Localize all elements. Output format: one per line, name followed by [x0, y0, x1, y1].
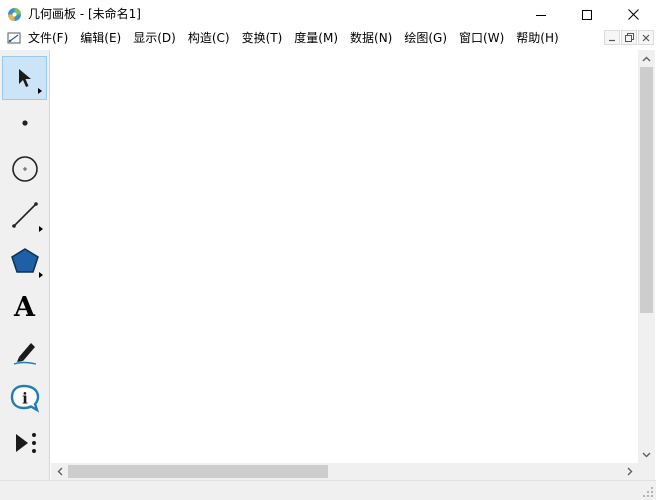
chevron-right-icon: [627, 467, 632, 476]
menu-item[interactable]: 显示(D): [127, 29, 182, 48]
marker-icon: [13, 343, 36, 365]
minimize-button[interactable]: [518, 0, 564, 29]
chevron-left-icon: [57, 467, 62, 476]
info-icon: i: [10, 384, 39, 413]
vertical-scrollbar[interactable]: [638, 50, 655, 463]
scroll-left-button[interactable]: [51, 463, 68, 480]
polygon-tool[interactable]: [2, 239, 47, 283]
title-bar: 几何画板 - [未命名1]: [0, 0, 656, 29]
minimize-icon: [536, 14, 546, 16]
menu-item[interactable]: 文件(F): [22, 29, 74, 48]
marker-tool[interactable]: [2, 330, 47, 374]
point-tool[interactable]: [2, 101, 47, 145]
polygon-icon: [10, 248, 39, 273]
information-tool[interactable]: i: [2, 376, 47, 420]
menu-item[interactable]: 度量(M): [288, 29, 344, 48]
custom-tool-icon: [15, 433, 36, 453]
straightedge-tool[interactable]: [2, 193, 47, 237]
custom-tool[interactable]: [2, 421, 47, 465]
close-icon: [642, 34, 650, 41]
scroll-down-button[interactable]: [638, 446, 655, 463]
geometer-sketchpad-icon[interactable]: [7, 7, 22, 22]
resize-grip-icon[interactable]: [642, 486, 654, 498]
chevron-up-icon: [642, 56, 651, 61]
minimize-icon: [609, 39, 615, 41]
restore-icon: [624, 33, 634, 42]
vertical-scroll-thumb[interactable]: [640, 67, 653, 313]
selection-arrow-tool[interactable]: [2, 56, 47, 100]
more-tools-indicator: [39, 272, 43, 278]
menu-item[interactable]: 绘图(G): [398, 29, 453, 48]
menu-bar: 文件(F) 编辑(E) 显示(D) 构造(C) 变换(T) 度量(M) 数据(N) 绘图(G)…: [0, 29, 656, 48]
menu-item[interactable]: 帮助(H): [510, 29, 564, 48]
close-button[interactable]: [610, 0, 656, 29]
doc-minimize-button[interactable]: [604, 30, 620, 45]
scrollbar-corner: [638, 463, 655, 480]
horizontal-scrollbar[interactable]: [51, 463, 638, 480]
text-icon: A: [14, 291, 35, 323]
document-window-controls: [604, 30, 654, 45]
chevron-down-icon: [642, 452, 651, 457]
sketch-canvas[interactable]: [51, 50, 638, 463]
sketchpad-window: 几何画板 - [未命名1] 文件(F) 编辑(E) 显示(D) 构造(C) 变换(T) 度…: [0, 0, 656, 500]
doc-restore-button[interactable]: [621, 30, 637, 45]
maximize-button[interactable]: [564, 0, 610, 29]
text-tool[interactable]: A: [2, 285, 47, 329]
menu-items: 文件(F) 编辑(E) 显示(D) 构造(C) 变换(T) 度量(M) 数据(N) 绘图(G)…: [22, 29, 565, 48]
window-title: 几何画板 - [未命名1]: [28, 7, 141, 21]
compass-tool[interactable]: [2, 147, 47, 191]
menu-item[interactable]: 数据(N): [344, 29, 398, 48]
segment-icon: [11, 202, 38, 228]
toolbox: A i: [0, 50, 50, 500]
menu-item[interactable]: 变换(T): [236, 29, 289, 48]
point-icon: [21, 120, 28, 126]
close-icon: [627, 9, 639, 20]
menu-item[interactable]: 编辑(E): [74, 29, 127, 48]
more-tools-indicator: [38, 88, 42, 94]
info-glyph: i: [22, 390, 28, 408]
document-icon[interactable]: [7, 31, 21, 45]
scroll-right-button[interactable]: [621, 463, 638, 480]
doc-close-button[interactable]: [638, 30, 654, 45]
menu-item[interactable]: 构造(C): [182, 29, 236, 48]
maximize-icon: [582, 9, 592, 20]
arrow-icon: [18, 69, 31, 87]
menu-item[interactable]: 窗口(W): [453, 29, 510, 48]
horizontal-scroll-thumb[interactable]: [68, 465, 328, 478]
status-bar: [0, 480, 656, 500]
circle-icon: [11, 156, 38, 182]
scroll-up-button[interactable]: [638, 50, 655, 67]
more-tools-indicator: [39, 226, 43, 232]
